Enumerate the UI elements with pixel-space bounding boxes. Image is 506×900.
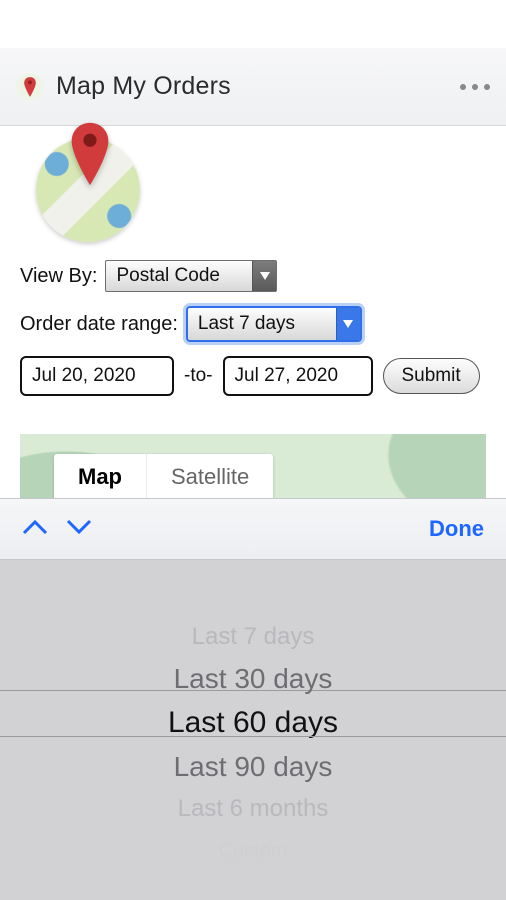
picker-option[interactable]: Last 6 months [178,788,329,830]
picker-option[interactable]: Last 30 days [174,658,333,700]
order-date-range-label: Order date range: [20,313,178,336]
page-title: Map My Orders [56,72,231,101]
map-container[interactable]: Map Satellite [20,434,486,504]
picker-option[interactable]: Last 60 days [168,700,338,746]
picker-wheel[interactable]: Last 7 daysLast 30 daysLast 60 daysLast … [0,560,506,900]
date-start-input[interactable]: Jul 20, 2020 [20,356,174,396]
status-bar [0,0,506,48]
picker-option[interactable]: Custom [219,830,288,872]
date-end-input[interactable]: Jul 27, 2020 [223,356,373,396]
picker-done-button[interactable]: Done [429,516,484,542]
order-date-range-value: Last 7 days [198,313,295,335]
app-header: Map My Orders [0,48,506,126]
tab-map[interactable]: Map [54,454,147,500]
order-date-range-select[interactable]: Last 7 days [186,306,362,342]
picker-option[interactable]: Last 90 days [174,746,333,788]
view-by-select[interactable]: Postal Code [105,260,277,292]
view-by-value: Postal Code [116,265,220,287]
app-icon [16,73,44,101]
chevron-down-icon [336,308,360,340]
chevron-down-icon [252,261,276,291]
view-by-label: View By: [20,265,97,288]
submit-button[interactable]: Submit [383,358,480,394]
picker-option[interactable]: Last 7 days [192,616,315,658]
map-hero-icon [36,138,140,242]
picker-toolbar: Done [0,498,506,560]
more-menu-button[interactable] [460,84,490,90]
date-to-separator: -to- [184,365,213,387]
tab-satellite[interactable]: Satellite [147,454,273,500]
picker-prev-button[interactable] [22,519,48,540]
picker-next-button[interactable] [66,519,92,540]
map-type-tabs: Map Satellite [54,454,273,500]
